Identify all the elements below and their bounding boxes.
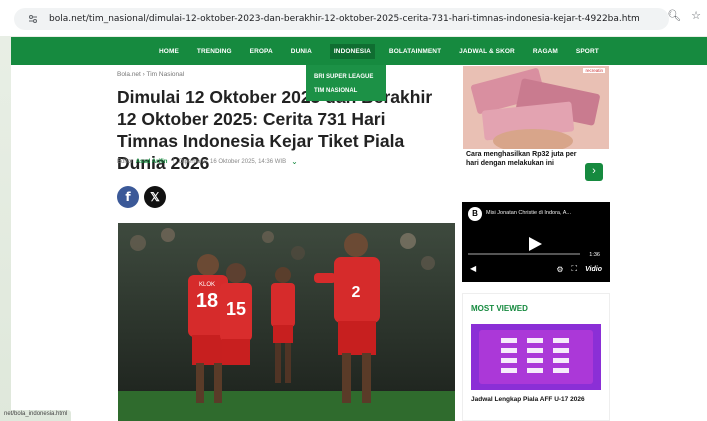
svg-text:KLOK: KLOK [199, 282, 215, 288]
facebook-share-icon[interactable]: f [117, 186, 139, 208]
nav-eropa[interactable]: EROPA [250, 48, 273, 55]
dropdown-item-bri-super-league[interactable]: BRI SUPER LEAGUE [314, 70, 378, 84]
editor-name[interactable]: Asad Arifin [136, 159, 168, 165]
url-field[interactable]: bola.net/tim_nasional/dimulai-12-oktober… [14, 8, 669, 30]
nav-sport[interactable]: SPORT [576, 48, 599, 55]
video-duration: 1:36 [589, 252, 600, 258]
nav-dunia[interactable]: DUNIA [291, 48, 312, 55]
ad-text[interactable]: Cara menghasilkan Rp32 juta per hari den… [466, 150, 590, 168]
hero-image: 18 KLOK 15 2 [118, 223, 455, 421]
most-viewed-image[interactable] [471, 324, 601, 390]
settings-gear-icon[interactable]: ⚙ [556, 265, 563, 274]
bola-logo-icon: B [468, 207, 482, 221]
breadcrumb[interactable]: Bola.net › Tim Nasional [117, 71, 184, 78]
most-viewed-caption[interactable]: Jadwal Lengkap Piala AFF U-17 2026 [471, 395, 601, 405]
editor-label: Editor [117, 158, 133, 165]
updated-timestamp: Diperbarui: 16 Oktober 2025, 14:36 WIB [179, 158, 287, 165]
video-title: Misi Jonatan Christie di Indora, A... [486, 210, 571, 216]
dropdown-item-tim-nasional[interactable]: TIM NASIONAL [314, 84, 378, 98]
byline-divider: | [172, 158, 175, 165]
article-page: Bola.net › Tim Nasional Dimulai 12 Oktob… [11, 65, 707, 421]
chevron-down-icon[interactable]: ⌄ [291, 157, 298, 166]
svg-text:15: 15 [226, 299, 246, 319]
nav-ragam[interactable]: RAGAM [533, 48, 558, 55]
svg-text:18: 18 [196, 290, 218, 312]
advertisement[interactable]: recreatin Cara menghasilkan Rp32 juta pe… [463, 66, 609, 188]
site-navigation: HOME TRENDING EROPA DUNIA INDONESIA BOLA… [11, 37, 707, 65]
ad-image [463, 66, 609, 149]
nav-indonesia[interactable]: INDONESIA [329, 43, 375, 59]
zoom-icon[interactable]: 🔍︎ [667, 9, 681, 22]
ad-badge: recreatin [583, 68, 605, 73]
browser-address-bar: bola.net/tim_nasional/dimulai-12-oktober… [0, 0, 707, 36]
status-bar-url: net/bola_indonesia.html [0, 410, 72, 421]
svg-text:2: 2 [352, 284, 361, 301]
nav-bolatainment[interactable]: BOLATAINMENT [389, 48, 441, 55]
nav-trending[interactable]: TRENDING [197, 48, 232, 55]
url-text: bola.net/tim_nasional/dimulai-12-oktober… [49, 14, 639, 24]
volume-icon[interactable]: ◀ [470, 264, 476, 274]
x-share-icon[interactable]: 𝕏 [144, 186, 166, 208]
fullscreen-icon[interactable]: ⛶ [572, 264, 578, 274]
video-player[interactable]: B Misi Jonatan Christie di Indora, A... … [462, 202, 610, 282]
video-controls: ◀ ⚙ ⛶ Vidio [470, 264, 602, 274]
bookmark-star-icon[interactable]: ☆ [691, 9, 701, 22]
video-brand: Vidio [585, 265, 602, 273]
most-viewed-heading: MOST VIEWED [471, 304, 528, 313]
video-progress-bar[interactable] [468, 253, 580, 255]
share-buttons: f 𝕏 [117, 186, 166, 208]
chevron-right-icon[interactable]: › [585, 163, 603, 181]
byline: Editor Asad Arifin | Diperbarui: 16 Okto… [117, 157, 298, 166]
site-info-icon[interactable] [25, 11, 41, 27]
most-viewed-widget: MOST VIEWED Jadwal Lengkap Piala AFF U-1… [462, 293, 610, 421]
nav-jadwal-skor[interactable]: JADWAL & SKOR [459, 48, 515, 55]
indonesia-dropdown-menu: BRI SUPER LEAGUE TIM NASIONAL [306, 65, 386, 101]
nav-home[interactable]: HOME [159, 48, 179, 55]
